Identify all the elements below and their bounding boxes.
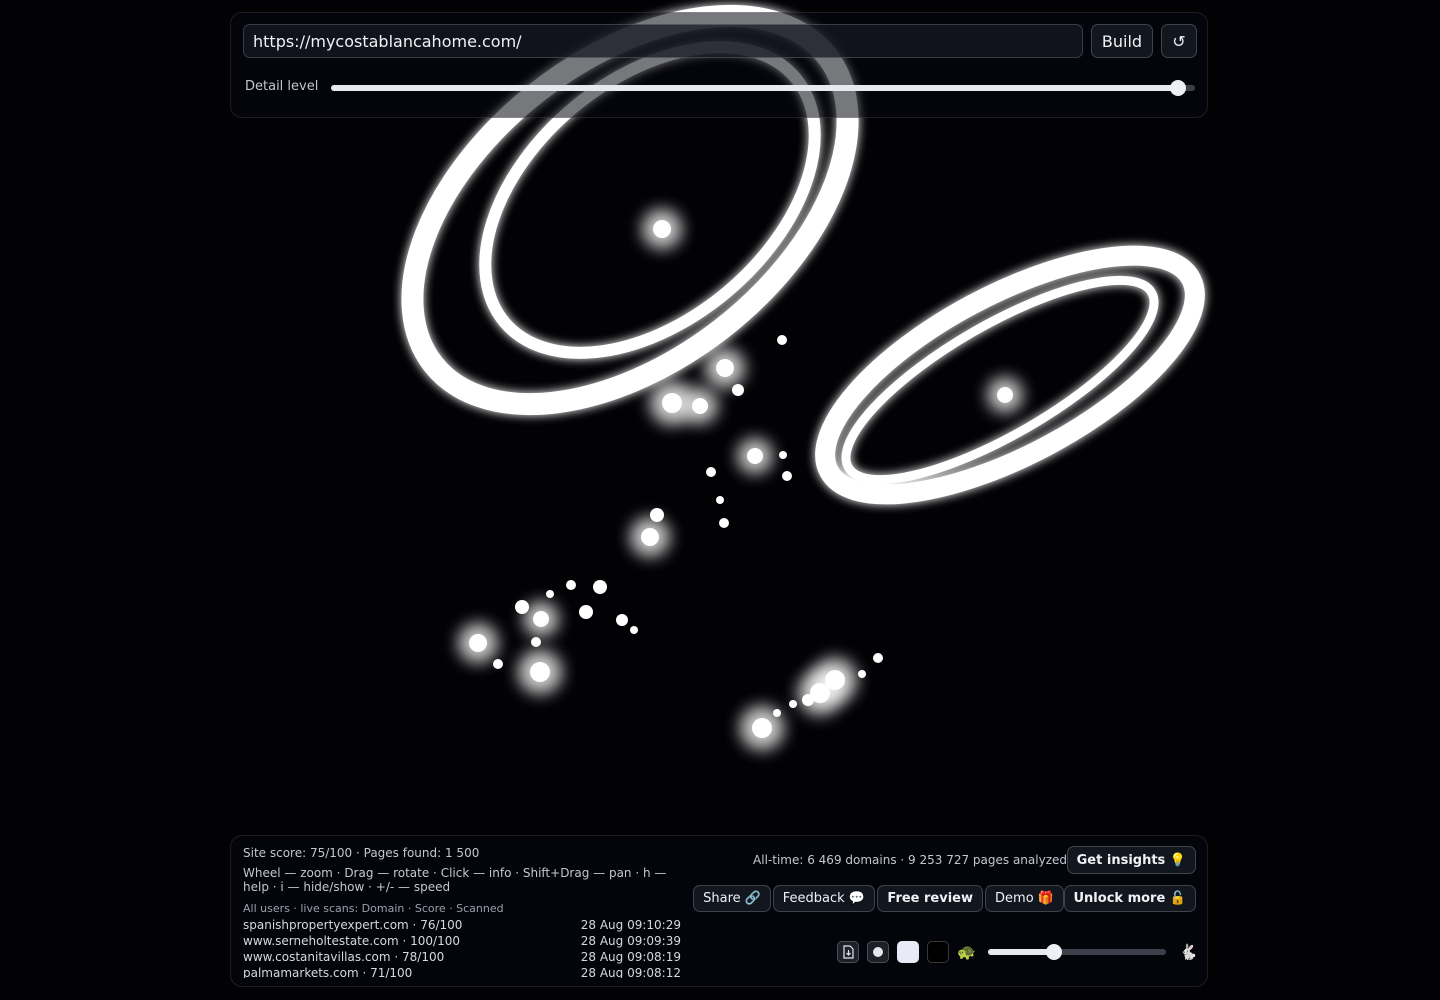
info-panel: Site score: 75/100 · Pages found: 1 500 … bbox=[230, 835, 1208, 987]
scan-time: 28 Aug 09:08:19 bbox=[580, 950, 681, 964]
get-insights-button[interactable]: Get insights 💡 bbox=[1066, 846, 1196, 874]
turtle-icon: 🐢 bbox=[957, 943, 976, 961]
page-node[interactable] bbox=[779, 451, 787, 459]
page-node[interactable] bbox=[531, 637, 541, 647]
help-text: Wheel — zoom · Drag — rotate · Click — i… bbox=[243, 866, 667, 894]
node-style-button[interactable] bbox=[867, 941, 889, 963]
dark-theme-button[interactable] bbox=[927, 941, 949, 963]
page-node[interactable] bbox=[630, 626, 638, 634]
share-button[interactable]: Share 🔗 bbox=[693, 885, 771, 912]
page-node[interactable] bbox=[716, 496, 724, 504]
free-review-button[interactable]: Free review bbox=[877, 885, 983, 912]
live-scans-header: All users · live scans: Domain · Score ·… bbox=[243, 902, 504, 915]
refresh-button[interactable]: ↺ bbox=[1161, 24, 1197, 58]
page-node[interactable] bbox=[716, 359, 734, 377]
light-theme-button[interactable] bbox=[897, 941, 919, 963]
scan-domain: www.serneholtestate.com · 100/100 bbox=[243, 934, 461, 948]
detail-level-label: Detail level bbox=[245, 79, 319, 94]
page-node[interactable] bbox=[469, 634, 487, 652]
feedback-button[interactable]: Feedback 💬 bbox=[772, 885, 875, 912]
scan-time: 28 Aug 09:09:39 bbox=[580, 934, 681, 948]
live-scans-list: spanishpropertyexpert.com · 76/100 28 Au… bbox=[243, 918, 683, 978]
page-node[interactable] bbox=[873, 653, 883, 663]
page-node[interactable] bbox=[777, 335, 787, 345]
page-node[interactable] bbox=[719, 518, 729, 528]
scan-domain: palmamarkets.com · 71/100 bbox=[243, 966, 413, 978]
page-node[interactable] bbox=[530, 662, 550, 682]
speed-thumb[interactable] bbox=[1045, 944, 1062, 960]
download-icon bbox=[843, 945, 854, 959]
page-node[interactable] bbox=[662, 393, 682, 413]
url-panel: Build ↺ Detail level bbox=[230, 12, 1208, 118]
page-node[interactable] bbox=[782, 471, 792, 481]
scan-time: 28 Aug 09:08:12 bbox=[580, 966, 681, 978]
page-node[interactable] bbox=[802, 694, 814, 706]
scan-domain: www.costanitavillas.com · 78/100 bbox=[243, 950, 445, 964]
scan-domain: spanishpropertyexpert.com · 76/100 bbox=[243, 918, 463, 932]
download-button[interactable] bbox=[837, 941, 859, 963]
page-node[interactable] bbox=[653, 220, 671, 238]
build-button[interactable]: Build bbox=[1091, 24, 1153, 58]
site-score-stats: Site score: 75/100 · Pages found: 1 500 bbox=[243, 846, 480, 860]
detail-level-slider[interactable] bbox=[331, 80, 1195, 96]
page-node[interactable] bbox=[566, 580, 576, 590]
page-node[interactable] bbox=[747, 448, 763, 464]
scan-row[interactable]: spanishpropertyexpert.com · 76/100 28 Au… bbox=[243, 918, 683, 934]
page-node[interactable] bbox=[752, 718, 772, 738]
scan-time: 28 Aug 09:10:29 bbox=[580, 918, 681, 932]
page-cluster-ring bbox=[815, 245, 1205, 505]
page-node[interactable] bbox=[789, 700, 797, 708]
page-node[interactable] bbox=[732, 384, 744, 396]
refresh-icon: ↺ bbox=[1172, 31, 1186, 51]
page-node[interactable] bbox=[858, 670, 866, 678]
scan-row[interactable]: www.serneholtestate.com · 100/100 28 Aug… bbox=[243, 934, 683, 950]
page-node[interactable] bbox=[997, 387, 1013, 403]
detail-level-fill bbox=[331, 85, 1178, 91]
page-node[interactable] bbox=[692, 398, 708, 414]
page-node[interactable] bbox=[593, 580, 607, 594]
speed-fill bbox=[988, 949, 1054, 955]
scan-row[interactable]: www.costanitavillas.com · 78/100 28 Aug … bbox=[243, 950, 683, 966]
page-node[interactable] bbox=[533, 611, 549, 627]
rabbit-icon: 🐇 bbox=[1179, 943, 1198, 961]
page-node[interactable] bbox=[706, 467, 716, 477]
speed-slider[interactable] bbox=[988, 944, 1166, 960]
unlock-more-button[interactable]: Unlock more 🔓 bbox=[1063, 885, 1196, 912]
dot-icon bbox=[873, 947, 883, 957]
page-node[interactable] bbox=[616, 614, 628, 626]
page-node[interactable] bbox=[641, 528, 659, 546]
url-input[interactable] bbox=[243, 24, 1083, 58]
page-node[interactable] bbox=[579, 605, 593, 619]
detail-level-thumb[interactable] bbox=[1169, 80, 1186, 96]
all-time-stats: All-time: 6 469 domains · 9 253 727 page… bbox=[753, 853, 1067, 867]
demo-button[interactable]: Demo 🎁 bbox=[985, 885, 1064, 912]
scan-row[interactable]: palmamarkets.com · 71/100 28 Aug 09:08:1… bbox=[243, 966, 683, 978]
page-node[interactable] bbox=[546, 590, 554, 598]
page-node[interactable] bbox=[493, 659, 503, 669]
